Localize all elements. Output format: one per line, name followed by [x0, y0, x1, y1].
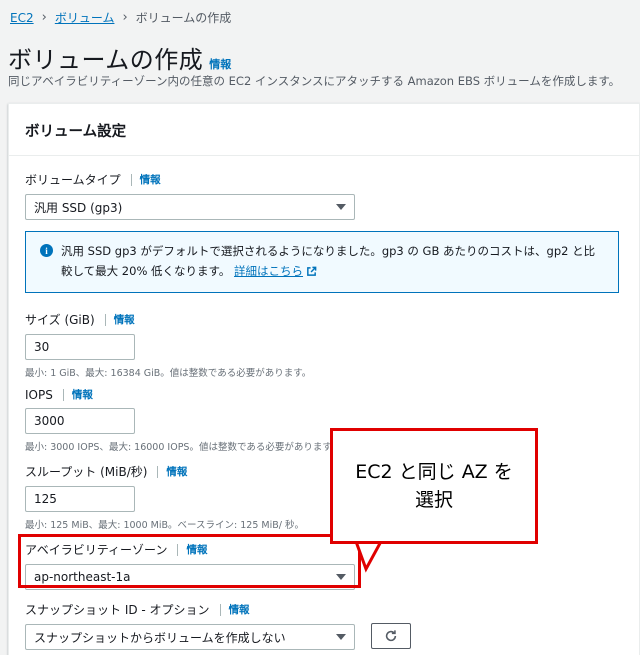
- gp3-info-alert: i 汎用 SSD gp3 がデフォルトで選択されるようになりました。gp3 の …: [25, 231, 619, 293]
- size-label: サイズ (GiB): [25, 313, 95, 327]
- annotation-line-1: EC2 と同じ AZ を: [355, 461, 513, 483]
- size-hint: 最小: 1 GiB、最大: 16384 GiB。値は整数である必要があります。: [25, 368, 312, 379]
- size-input[interactable]: 30: [25, 334, 135, 360]
- iops-field: IOPS 情報 3000 最小: 3000 IOPS、最大: 16000 IOP…: [25, 387, 340, 453]
- refresh-icon: [385, 630, 397, 642]
- snapshot-value: スナップショットからボリュームを作成しない: [34, 630, 286, 645]
- label-divider: [219, 603, 221, 616]
- info-circle-icon: i: [40, 244, 53, 257]
- throughput-label: スループット (MiB/秒): [25, 465, 148, 479]
- breadcrumb-ec2-link[interactable]: EC2: [10, 11, 34, 25]
- iops-input[interactable]: 3000: [25, 408, 135, 434]
- snapshot-info-link[interactable]: 情報: [229, 602, 250, 617]
- throughput-input[interactable]: 125: [25, 486, 135, 512]
- annotation-line-2: 選択: [414, 489, 453, 511]
- throughput-hint: 最小: 125 MiB、最大: 1000 MiB。ベースライン: 125 MiB…: [25, 520, 304, 531]
- volume-type-field: ボリュームタイプ 情報 汎用 SSD (gp3): [25, 171, 355, 220]
- learn-more-label: 詳細はこちら: [234, 264, 304, 278]
- snapshot-label: スナップショット ID - オプション: [25, 603, 210, 617]
- caret-down-icon: [336, 204, 346, 210]
- throughput-value: 125: [34, 492, 57, 506]
- page-header: ボリュームの作成 情報: [8, 40, 231, 75]
- annotation-text: EC2 と同じ AZ を 選択: [355, 458, 513, 514]
- volume-type-label: ボリュームタイプ: [25, 173, 121, 187]
- volume-type-info-link[interactable]: 情報: [140, 172, 161, 187]
- volume-type-value: 汎用 SSD (gp3): [34, 200, 123, 215]
- panel-header: ボリューム設定: [9, 104, 639, 156]
- snapshot-field: スナップショット ID - オプション 情報 スナップショットからボリュームを作…: [25, 601, 355, 650]
- label-divider: [104, 313, 106, 326]
- breadcrumb-volumes-link[interactable]: ボリューム: [55, 9, 115, 26]
- size-field: サイズ (GiB) 情報 30 最小: 1 GiB、最大: 16384 GiB。…: [25, 311, 311, 379]
- size-value: 30: [34, 340, 50, 354]
- throughput-field: スループット (MiB/秒) 情報 125 最小: 125 MiB、最大: 10…: [25, 463, 304, 531]
- caret-down-icon: [336, 634, 346, 640]
- external-link-icon: [307, 266, 317, 276]
- iops-value: 3000: [34, 414, 65, 428]
- refresh-snapshots-button[interactable]: [371, 623, 411, 649]
- chevron-right-icon: ›: [122, 10, 128, 25]
- page-description: 同じアベイラビリティーゾーン内の任意の EC2 インスタンスにアタッチする Am…: [8, 74, 621, 88]
- snapshot-select[interactable]: スナップショットからボリュームを作成しない: [25, 624, 355, 650]
- alert-body: 汎用 SSD gp3 がデフォルトで選択されるようになりました。gp3 の GB…: [61, 241, 606, 292]
- label-divider: [62, 388, 64, 401]
- iops-label: IOPS: [25, 387, 53, 402]
- breadcrumb-current: ボリュームの作成: [135, 11, 232, 25]
- throughput-info-link[interactable]: 情報: [166, 464, 187, 479]
- size-info-link[interactable]: 情報: [114, 312, 135, 327]
- panel-title: ボリューム設定: [25, 124, 127, 140]
- learn-more-link[interactable]: 詳細はこちら: [234, 264, 303, 278]
- az-highlight-box: [18, 534, 361, 588]
- label-divider: [130, 173, 132, 186]
- label-divider: [157, 465, 159, 478]
- annotation-callout: EC2 と同じ AZ を 選択: [330, 428, 538, 544]
- page-title: ボリュームの作成: [8, 46, 204, 74]
- volume-type-select[interactable]: 汎用 SSD (gp3): [25, 194, 355, 220]
- breadcrumb: EC2 › ボリューム › ボリュームの作成: [10, 9, 231, 26]
- title-info-link[interactable]: 情報: [209, 56, 231, 72]
- iops-info-link[interactable]: 情報: [72, 387, 93, 402]
- alert-text: 汎用 SSD gp3 がデフォルトで選択されるようになりました。gp3 の GB…: [61, 244, 596, 278]
- iops-hint: 最小: 3000 IOPS、最大: 16000 IOPS。値は整数である必要があ…: [25, 442, 341, 453]
- chevron-right-icon: ›: [41, 10, 47, 25]
